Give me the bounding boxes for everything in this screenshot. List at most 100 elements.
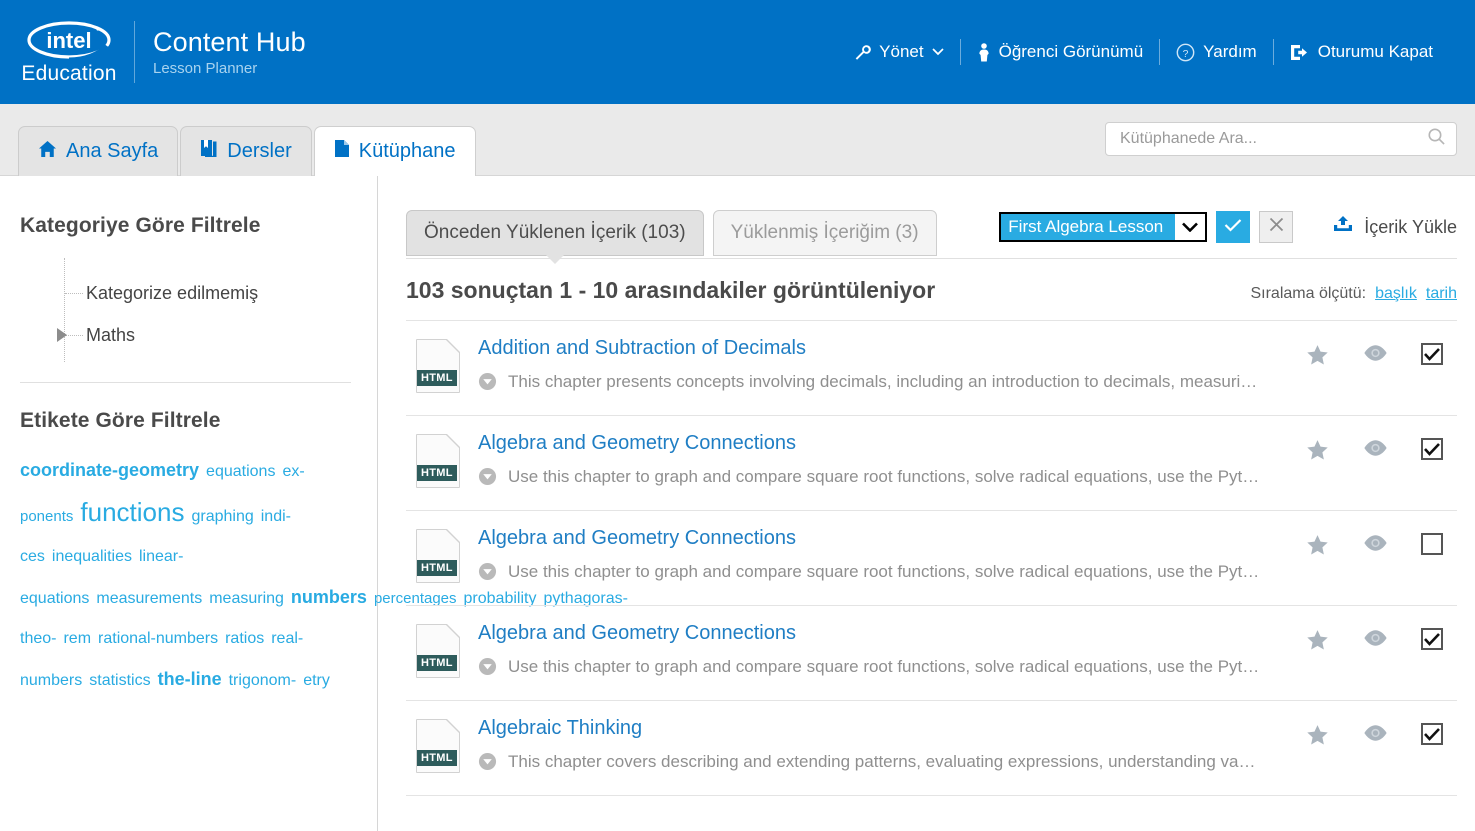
tag-link[interactable]: numbers [20,672,82,689]
file-thumbnail: HTML [406,527,478,583]
tag-link[interactable]: ces [20,548,45,565]
tag-link[interactable]: the-line [158,669,222,689]
preview-eye-icon[interactable] [1362,438,1389,458]
row-actions [1305,527,1457,558]
content-tab-my-uploads[interactable]: Yüklenmiş İçeriğim (3) [712,210,937,256]
tag-link[interactable]: numbers [291,587,367,607]
search-icon[interactable] [1427,127,1446,151]
app-title-block: Content Hub Lesson Planner [153,27,306,77]
chevron-down-icon[interactable] [1175,214,1206,240]
tab-kutuphane-label: Kütüphane [358,140,456,162]
tag-link[interactable]: graphing [191,508,253,525]
nav-student-view-label: Öğrenci Görünümü [998,42,1144,61]
tab-dersler[interactable]: Dersler [180,126,312,176]
category-item-uncategorized[interactable]: Kategorize edilmemiş [42,272,351,314]
nav-manage[interactable]: Yönet [838,42,959,62]
preview-eye-icon[interactable] [1362,723,1389,743]
favorite-star-icon[interactable] [1305,628,1330,653]
content-title-link[interactable]: Algebra and Geometry Connections [478,527,796,550]
tag-link[interactable]: ratios [225,630,264,647]
confirm-button[interactable] [1216,211,1251,243]
tag-link[interactable]: coordinate-geometry [20,460,199,480]
select-checkbox[interactable] [1421,533,1443,555]
tag-link[interactable]: real- [271,630,303,647]
upload-content-button[interactable]: İçerik Yükle [1332,215,1457,239]
lesson-assign-controls: First Algebra Lesson İçerik Yükle [999,210,1457,243]
chevron-down-circle-icon[interactable] [478,752,497,776]
content-tab-my-uploads-label: Yüklenmiş İçeriğim (3) [730,222,919,243]
sort-by-date[interactable]: tarih [1426,285,1457,303]
tab-ana-sayfa[interactable]: Ana Sayfa [18,126,179,176]
content-title-link[interactable]: Addition and Subtraction of Decimals [478,337,806,360]
table-row: HTML Algebra and Geometry Connections Use … [406,511,1457,606]
select-checkbox[interactable] [1421,628,1443,650]
tag-link[interactable]: indi- [261,508,291,525]
row-actions [1305,337,1457,368]
content-title-link[interactable]: Algebra and Geometry Connections [478,432,796,455]
sort-by-title[interactable]: başlık [1375,285,1417,303]
tag-link[interactable]: rational-numbers [98,630,218,647]
content-title-link[interactable]: Algebra and Geometry Connections [478,622,796,645]
question-circle-icon: ? [1176,43,1195,62]
tag-link[interactable]: statistics [89,672,150,689]
page-fold [447,624,460,637]
preview-eye-icon[interactable] [1362,533,1389,553]
lesson-select[interactable]: First Algebra Lesson [999,212,1208,242]
document-icon [334,139,350,164]
row-description: Use this chapter to graph and compare sq… [478,657,1295,681]
expand-triangle-icon[interactable] [57,328,67,342]
tag-link[interactable]: trigonom- [229,672,297,689]
app-header: intel Education Content Hub Lesson Plann… [0,0,1475,104]
primary-tabbar: Ana Sayfa Dersler Kütüphane [0,104,1475,176]
category-item-label: Kategorize edilmemiş [86,282,259,303]
tag-link[interactable]: inequalities [52,548,132,565]
page-fold [447,719,460,732]
file-thumbnail: HTML [406,717,478,773]
page-fold [447,434,460,447]
chevron-down-circle-icon[interactable] [478,562,497,586]
search-input[interactable] [1120,130,1427,148]
library-search[interactable] [1105,122,1457,156]
chevron-down-circle-icon[interactable] [478,372,497,396]
nav-help-label: Yardım [1203,42,1257,61]
tag-link[interactable]: ex- [282,463,304,480]
row-description-text: Use this chapter to graph and compare sq… [508,562,1260,581]
row-description: This chapter covers describing and exten… [478,752,1295,776]
content-title-link[interactable]: Algebraic Thinking [478,717,642,740]
intel-education-logo: intel Education [0,19,126,86]
nav-help[interactable]: ? Yardım [1160,42,1273,62]
filetype-badge: HTML [417,750,457,766]
favorite-star-icon[interactable] [1305,343,1330,368]
cancel-button[interactable] [1259,211,1294,243]
favorite-star-icon[interactable] [1305,533,1330,558]
tag-link[interactable]: rem [63,630,91,647]
tag-link[interactable]: equations [206,463,275,480]
preview-eye-icon[interactable] [1362,343,1389,363]
category-item-label: Maths [86,324,136,345]
select-checkbox[interactable] [1421,343,1443,365]
tag-link[interactable]: etry [303,672,330,689]
nav-logout[interactable]: Oturumu Kapat [1274,42,1449,62]
favorite-star-icon[interactable] [1305,723,1330,748]
tag-link[interactable]: measurements [96,590,202,607]
document-icon: HTML [416,339,460,393]
preview-eye-icon[interactable] [1362,628,1389,648]
svg-text:intel: intel [46,28,91,53]
content-tab-preloaded-label: Önceden Yüklenen İçerik (103) [424,222,686,243]
nav-student-view[interactable]: Öğrenci Görünümü [961,42,1160,62]
select-checkbox[interactable] [1421,438,1443,460]
tag-link[interactable]: ponents [20,508,73,525]
select-checkbox[interactable] [1421,723,1443,745]
row-description-text: Use this chapter to graph and compare sq… [508,657,1260,676]
tag-link[interactable]: measuring [209,590,284,607]
favorite-star-icon[interactable] [1305,438,1330,463]
header-nav: Yönet Öğrenci Görünümü ? Yardım Oturumu … [838,37,1449,67]
row-actions [1305,432,1457,463]
chevron-down-circle-icon[interactable] [478,657,497,681]
category-item-maths[interactable]: Maths [42,314,351,356]
tag-link[interactable]: functions [80,497,184,527]
tab-kutuphane[interactable]: Kütüphane [313,126,476,176]
filter-sidebar: Kategoriye Göre Filtrele Kategorize edil… [0,176,628,831]
content-tab-preloaded[interactable]: Önceden Yüklenen İçerik (103) [406,210,704,256]
chevron-down-circle-icon[interactable] [478,467,497,491]
